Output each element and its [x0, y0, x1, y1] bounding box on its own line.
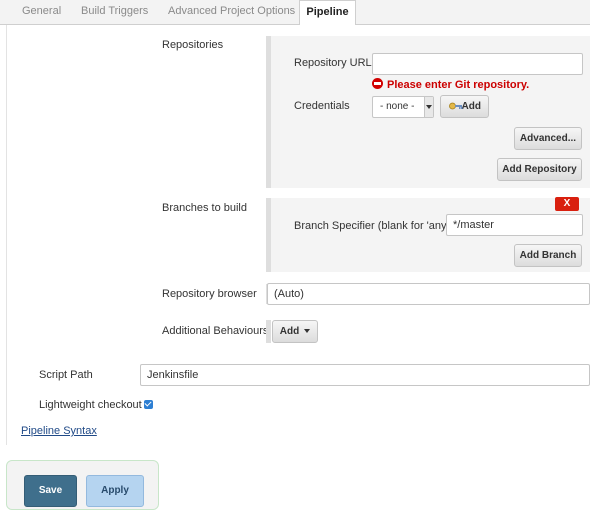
tab-general[interactable]: General	[22, 0, 61, 25]
chevron-down-icon	[424, 97, 433, 117]
credentials-select[interactable]: - none -	[372, 96, 434, 118]
additional-behaviours-bar	[266, 320, 271, 343]
script-path-label: Script Path	[39, 369, 93, 381]
save-button[interactable]: Save	[24, 475, 77, 507]
add-credentials-label: Add	[461, 101, 481, 112]
repository-url-input[interactable]	[372, 53, 583, 75]
branch-specifier-input[interactable]	[446, 214, 583, 236]
script-path-input[interactable]	[140, 364, 590, 386]
repository-url-error: Please enter Git repository.	[372, 78, 529, 91]
repositories-label: Repositories	[162, 39, 224, 51]
tab-bar: General Build Triggers Advanced Project …	[0, 0, 590, 26]
error-icon	[372, 78, 383, 89]
add-repository-button[interactable]: Add Repository	[497, 158, 582, 181]
branch-specifier-label: Branch Specifier (blank for 'any')	[294, 220, 453, 232]
add-behaviour-label: Add	[279, 326, 300, 337]
add-branch-button[interactable]: Add Branch	[514, 244, 582, 267]
additional-behaviours-label: Additional Behaviours	[162, 325, 269, 337]
tab-pipeline[interactable]: Pipeline	[299, 0, 356, 26]
add-credentials-button[interactable]: Add	[440, 95, 489, 118]
repository-browser-label: Repository browser	[162, 288, 257, 300]
branches-to-build-label: Branches to build	[162, 202, 247, 214]
pipeline-syntax-link[interactable]: Pipeline Syntax	[21, 425, 97, 437]
credentials-label: Credentials	[294, 100, 350, 112]
repository-url-error-text: Please enter Git repository.	[387, 79, 530, 91]
advanced-button[interactable]: Advanced...	[514, 127, 582, 150]
lightweight-checkout-checkbox[interactable]	[144, 400, 153, 409]
tab-build-triggers[interactable]: Build Triggers	[81, 0, 148, 25]
chevron-down-icon	[304, 329, 311, 333]
apply-button[interactable]: Apply	[86, 475, 144, 507]
credentials-select-value: - none -	[380, 101, 415, 112]
delete-branch-button[interactable]: X	[555, 197, 579, 211]
repository-browser-select[interactable]	[267, 283, 590, 305]
add-behaviour-button[interactable]: Add	[272, 320, 318, 343]
lightweight-checkout-label: Lightweight checkout	[39, 399, 142, 411]
repository-url-label: Repository URL	[294, 57, 372, 69]
tab-advanced-project-options[interactable]: Advanced Project Options	[168, 0, 295, 25]
key-icon	[449, 102, 463, 110]
